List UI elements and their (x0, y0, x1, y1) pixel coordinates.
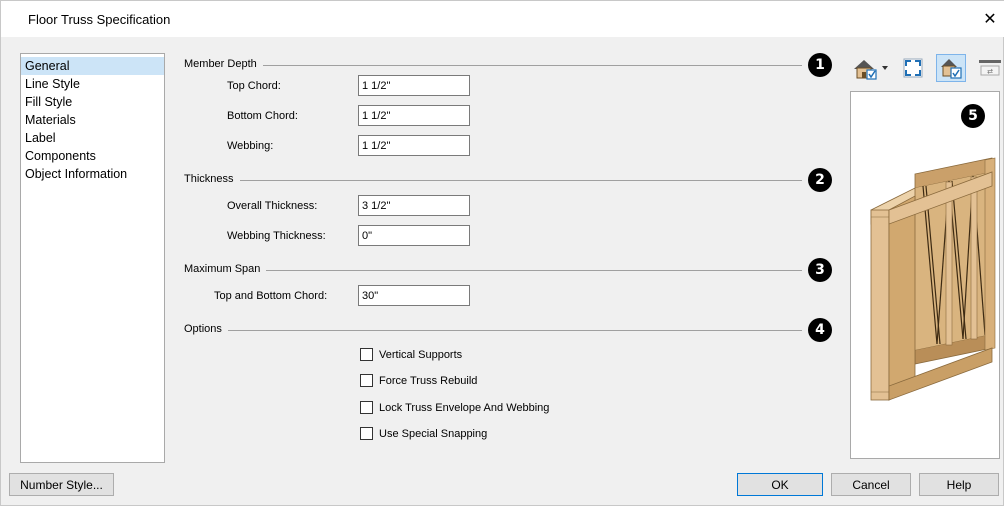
options-divider (184, 330, 802, 331)
checkbox-label: Lock Truss Envelope And Webbing (379, 401, 550, 414)
checkbox-box[interactable] (360, 348, 373, 361)
truss-preview-pane[interactable]: 5 (850, 91, 1000, 459)
member-depth-heading: Member Depth (184, 58, 263, 70)
checkbox-box[interactable] (360, 427, 373, 440)
top-chord-label: Top Chord: (227, 80, 281, 92)
force-truss-rebuild-checkbox[interactable]: Force Truss Rebuild (360, 374, 477, 387)
nav-item-general[interactable]: General (21, 57, 164, 75)
nav-item-line-style[interactable]: Line Style (21, 75, 164, 93)
nav-item-label[interactable]: Label (21, 129, 164, 147)
callout-badge-2: 2 (808, 168, 832, 192)
nav-item-fill-style[interactable]: Fill Style (21, 93, 164, 111)
ok-button[interactable]: OK (737, 473, 823, 496)
svg-text:⇄: ⇄ (987, 68, 993, 76)
top-chord-input[interactable] (358, 75, 470, 96)
checkbox-label: Vertical Supports (379, 348, 463, 361)
category-list: General Line Style Fill Style Materials … (20, 53, 165, 463)
nav-item-materials[interactable]: Materials (21, 111, 164, 129)
options-heading: Options (184, 323, 228, 335)
nav-item-components[interactable]: Components (21, 147, 164, 165)
maximum-span-heading: Maximum Span (184, 263, 267, 275)
dialog-title: Floor Truss Specification (28, 12, 171, 27)
number-style-button[interactable]: Number Style... (9, 473, 114, 496)
3d-preview-icon[interactable] (936, 54, 966, 82)
overall-thickness-label: Overall Thickness: (227, 200, 318, 212)
fill-window-icon[interactable] (903, 58, 923, 78)
thickness-heading: Thickness (184, 173, 240, 185)
cancel-button[interactable]: Cancel (831, 473, 911, 496)
callout-badge-4: 4 (808, 318, 832, 342)
overall-thickness-input[interactable] (358, 195, 470, 216)
help-button[interactable]: Help (919, 473, 999, 496)
webbing-thickness-input[interactable] (358, 225, 470, 246)
title-bar: Floor Truss Specification ✕ (1, 1, 1004, 37)
checkbox-box[interactable] (360, 401, 373, 414)
top-bottom-chord-input[interactable] (358, 285, 470, 306)
callout-badge-1: 1 (808, 53, 832, 77)
lock-truss-envelope-checkbox[interactable]: Lock Truss Envelope And Webbing (360, 401, 549, 414)
camera-view-icon[interactable] (852, 55, 892, 81)
nav-item-object-information[interactable]: Object Information (21, 165, 164, 183)
member-depth-divider (184, 65, 802, 66)
webbing-thickness-label: Webbing Thickness: (227, 230, 326, 242)
vertical-supports-checkbox[interactable]: Vertical Supports (360, 348, 462, 361)
bottom-chord-input[interactable] (358, 105, 470, 126)
webbing-label: Webbing: (227, 140, 274, 152)
close-icon[interactable]: ✕ (975, 1, 1004, 37)
webbing-input[interactable] (358, 135, 470, 156)
use-special-snapping-checkbox[interactable]: Use Special Snapping (360, 427, 487, 440)
callout-badge-3: 3 (808, 258, 832, 282)
maximum-span-divider (184, 270, 802, 271)
floor-truss-dialog: Floor Truss Specification ✕ General Line… (0, 0, 1004, 506)
swap-icon[interactable]: ⇄ (977, 56, 1003, 80)
top-bottom-chord-label: Top and Bottom Chord: (214, 290, 328, 302)
bottom-chord-label: Bottom Chord: (227, 110, 298, 122)
checkbox-label: Use Special Snapping (379, 427, 488, 440)
checkbox-label: Force Truss Rebuild (379, 374, 478, 387)
checkbox-box[interactable] (360, 374, 373, 387)
thickness-divider (184, 180, 802, 181)
truss-3d-model (870, 157, 996, 401)
